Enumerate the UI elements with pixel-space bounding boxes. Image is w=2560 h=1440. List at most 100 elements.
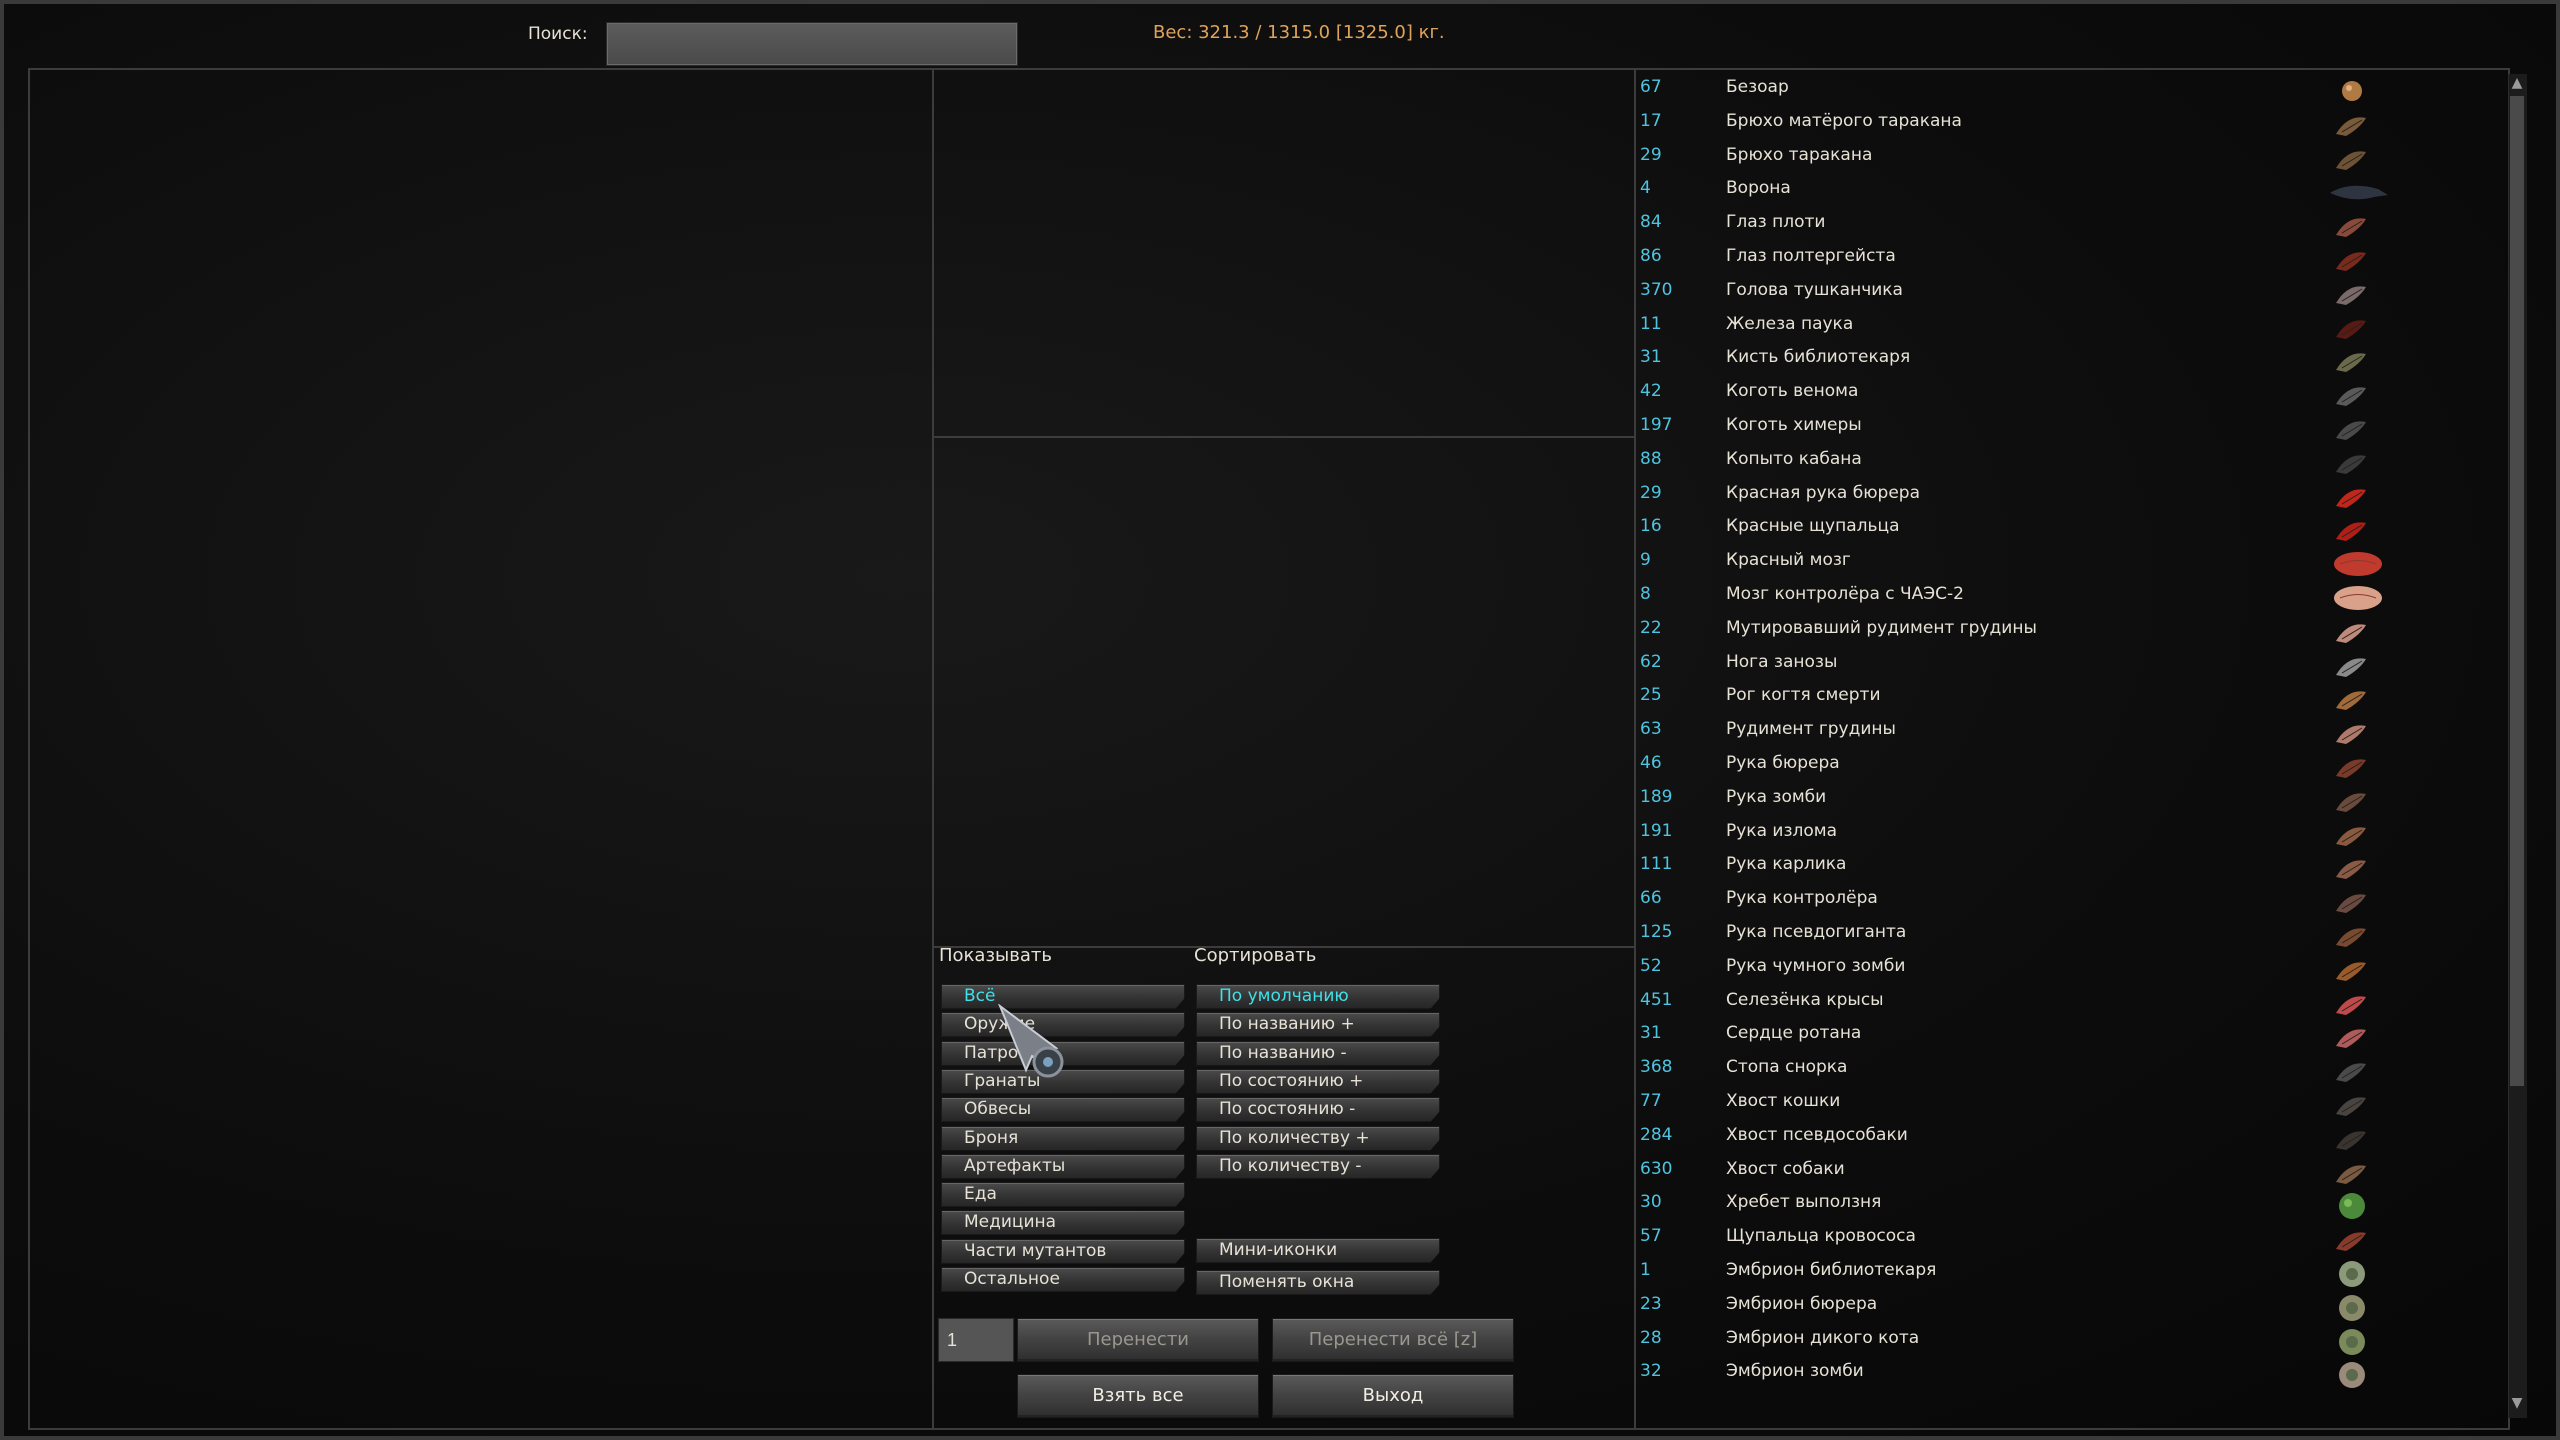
scroll-down-icon[interactable]: ▼	[2508, 1394, 2526, 1412]
list-item[interactable]: 4 Ворона	[1636, 175, 2476, 209]
sort-button-3[interactable]: По состоянию +	[1196, 1068, 1440, 1094]
item-count: 16	[1640, 516, 1662, 537]
list-item[interactable]: 66 Рука контролёра	[1636, 885, 2476, 919]
filter-button-7[interactable]: Еда	[941, 1182, 1185, 1208]
mini-icons-button[interactable]: Мини-иконки	[1196, 1238, 1440, 1263]
item-name: Глаз полтергейста	[1726, 246, 1896, 266]
take-all-button[interactable]: Взять все	[1017, 1374, 1259, 1418]
list-item[interactable]: 30 Хребет выползня	[1636, 1189, 2476, 1223]
list-item[interactable]: 32 Эмбрион зомби	[1636, 1358, 2476, 1392]
item-count: 29	[1640, 144, 1662, 165]
filter-button-4[interactable]: Обвесы	[941, 1097, 1185, 1123]
list-item[interactable]: 11 Железа паука	[1636, 311, 2476, 345]
list-item[interactable]: 84 Глаз плоти	[1636, 209, 2476, 243]
list-item[interactable]: 31 Сердце ротана	[1636, 1020, 2476, 1054]
item-count: 197	[1640, 415, 1673, 435]
item-name: Рука чумного зомби	[1726, 955, 1906, 976]
item-count: 42	[1640, 381, 1662, 402]
filter-button-10[interactable]: Остальное	[941, 1267, 1185, 1292]
list-item[interactable]: 77 Хвост кошки	[1636, 1088, 2476, 1122]
list-item[interactable]: 370 Голова тушканчика	[1636, 277, 2476, 311]
leg-icon	[2322, 651, 2392, 681]
sort-button-1[interactable]: По названию +	[1196, 1012, 1440, 1038]
filter-button-6[interactable]: Артефакты	[941, 1153, 1185, 1179]
gland-icon	[2322, 313, 2392, 343]
list-item[interactable]: 16 Красные щупальца	[1636, 513, 2476, 547]
list-item[interactable]: 67 Безоар	[1636, 74, 2476, 108]
tail-icon	[2322, 1090, 2392, 1120]
quantity-input[interactable]	[938, 1318, 1014, 1362]
list-item[interactable]: 86 Глаз полтергейста	[1636, 243, 2476, 277]
sternum-icon	[2322, 617, 2392, 647]
filter-button-9[interactable]: Части мутантов	[941, 1238, 1185, 1264]
list-item[interactable]: 42 Коготь венома	[1636, 378, 2476, 412]
swap-windows-button[interactable]: Поменять окна	[1196, 1270, 1440, 1295]
transfer-button[interactable]: Перенести	[1017, 1318, 1259, 1362]
list-item[interactable]: 189 Рука зомби	[1636, 784, 2476, 818]
item-count: 451	[1640, 989, 1673, 1010]
item-count: 22	[1640, 617, 1662, 638]
item-count: 1	[1640, 1260, 1651, 1280]
list-item[interactable]: 1 Эмбрион библиотекаря	[1636, 1257, 2476, 1291]
item-count: 11	[1640, 313, 1662, 334]
item-description-panel	[932, 436, 1636, 948]
scroll-up-icon[interactable]: ▲	[2508, 74, 2526, 92]
item-count: 111	[1640, 854, 1673, 875]
filter-button-5[interactable]: Броня	[941, 1125, 1185, 1151]
item-count: 63	[1640, 719, 1662, 740]
item-count: 30	[1640, 1192, 1662, 1213]
list-item[interactable]: 125 Рука псевдогиганта	[1636, 919, 2476, 953]
sort-button-4[interactable]: По состоянию -	[1196, 1097, 1440, 1123]
item-name: Хребет выползня	[1726, 1192, 1882, 1213]
item-count: 31	[1640, 347, 1662, 368]
item-name: Безоар	[1726, 77, 1789, 97]
list-item[interactable]: 197 Коготь химеры	[1636, 412, 2476, 446]
sort-button-0[interactable]: По умолчанию	[1196, 984, 1440, 1009]
list-item[interactable]: 630 Хвост собаки	[1636, 1156, 2476, 1190]
list-item[interactable]: 23 Эмбрион бюрера	[1636, 1291, 2476, 1325]
exit-button[interactable]: Выход	[1272, 1374, 1514, 1418]
list-item[interactable]: 9 Красный мозг	[1636, 547, 2476, 581]
scrollbar-thumb[interactable]	[2510, 96, 2524, 1086]
sort-button-6[interactable]: По количеству -	[1196, 1153, 1440, 1179]
list-item[interactable]: 284 Хвост псевдособаки	[1636, 1122, 2476, 1156]
list-item[interactable]: 28 Эмбрион дикого кота	[1636, 1325, 2476, 1359]
item-name: Нога занозы	[1726, 651, 1838, 672]
item-name: Красная рука бюрера	[1726, 482, 1920, 503]
filter-button-8[interactable]: Медицина	[941, 1210, 1185, 1236]
list-item[interactable]: 22 Мутировавший рудимент грудины	[1636, 615, 2476, 649]
list-item[interactable]: 368 Стопа снорка	[1636, 1054, 2476, 1088]
tail-icon	[2322, 1124, 2392, 1154]
list-item[interactable]: 451 Селезёнка крысы	[1636, 987, 2476, 1021]
list-item[interactable]: 46 Рука бюрера	[1636, 750, 2476, 784]
item-name: Коготь венома	[1726, 381, 1859, 402]
eye-icon	[2322, 245, 2392, 275]
list-item[interactable]: 17 Брюхо матёрого таракана	[1636, 108, 2476, 142]
list-item[interactable]: 31 Кисть библиотекаря	[1636, 344, 2476, 378]
sort-button-2[interactable]: По названию -	[1196, 1040, 1440, 1066]
list-item[interactable]: 57 Щупальца кровососа	[1636, 1223, 2476, 1257]
player-inventory-panel[interactable]	[28, 68, 934, 1430]
list-item[interactable]: 29 Брюхо таракана	[1636, 142, 2476, 176]
list-item[interactable]: 25 Рог когтя смерти	[1636, 682, 2476, 716]
transfer-all-button[interactable]: Перенести всё [z]	[1272, 1318, 1514, 1362]
list-item[interactable]: 52 Рука чумного зомби	[1636, 953, 2476, 987]
container-item-list[interactable]: 67 Безоар 17 Брюхо матёрого таракана 29 Брюхо…	[1636, 70, 2476, 1430]
list-item[interactable]: 191 Рука излома	[1636, 818, 2476, 852]
foot-icon	[2322, 1056, 2392, 1086]
filter-title: Показывать	[939, 945, 1052, 966]
cockroach-belly-icon	[2322, 144, 2392, 174]
tail-icon	[2322, 1158, 2392, 1188]
search-input[interactable]	[606, 22, 1018, 66]
embryo-icon	[2322, 1293, 2392, 1323]
list-item[interactable]: 8 Мозг контролёра с ЧАЭС-2	[1636, 581, 2476, 615]
list-item[interactable]: 111 Рука карлика	[1636, 851, 2476, 885]
list-item[interactable]: 29 Красная рука бюрера	[1636, 480, 2476, 514]
sort-button-5[interactable]: По количеству +	[1196, 1125, 1440, 1151]
brain-icon	[2322, 549, 2392, 579]
item-name: Рука контролёра	[1726, 888, 1878, 909]
list-item[interactable]: 63 Рудимент грудины	[1636, 716, 2476, 750]
item-name: Хвост собаки	[1726, 1158, 1845, 1179]
list-item[interactable]: 62 Нога занозы	[1636, 649, 2476, 683]
list-item[interactable]: 88 Копыто кабана	[1636, 446, 2476, 480]
